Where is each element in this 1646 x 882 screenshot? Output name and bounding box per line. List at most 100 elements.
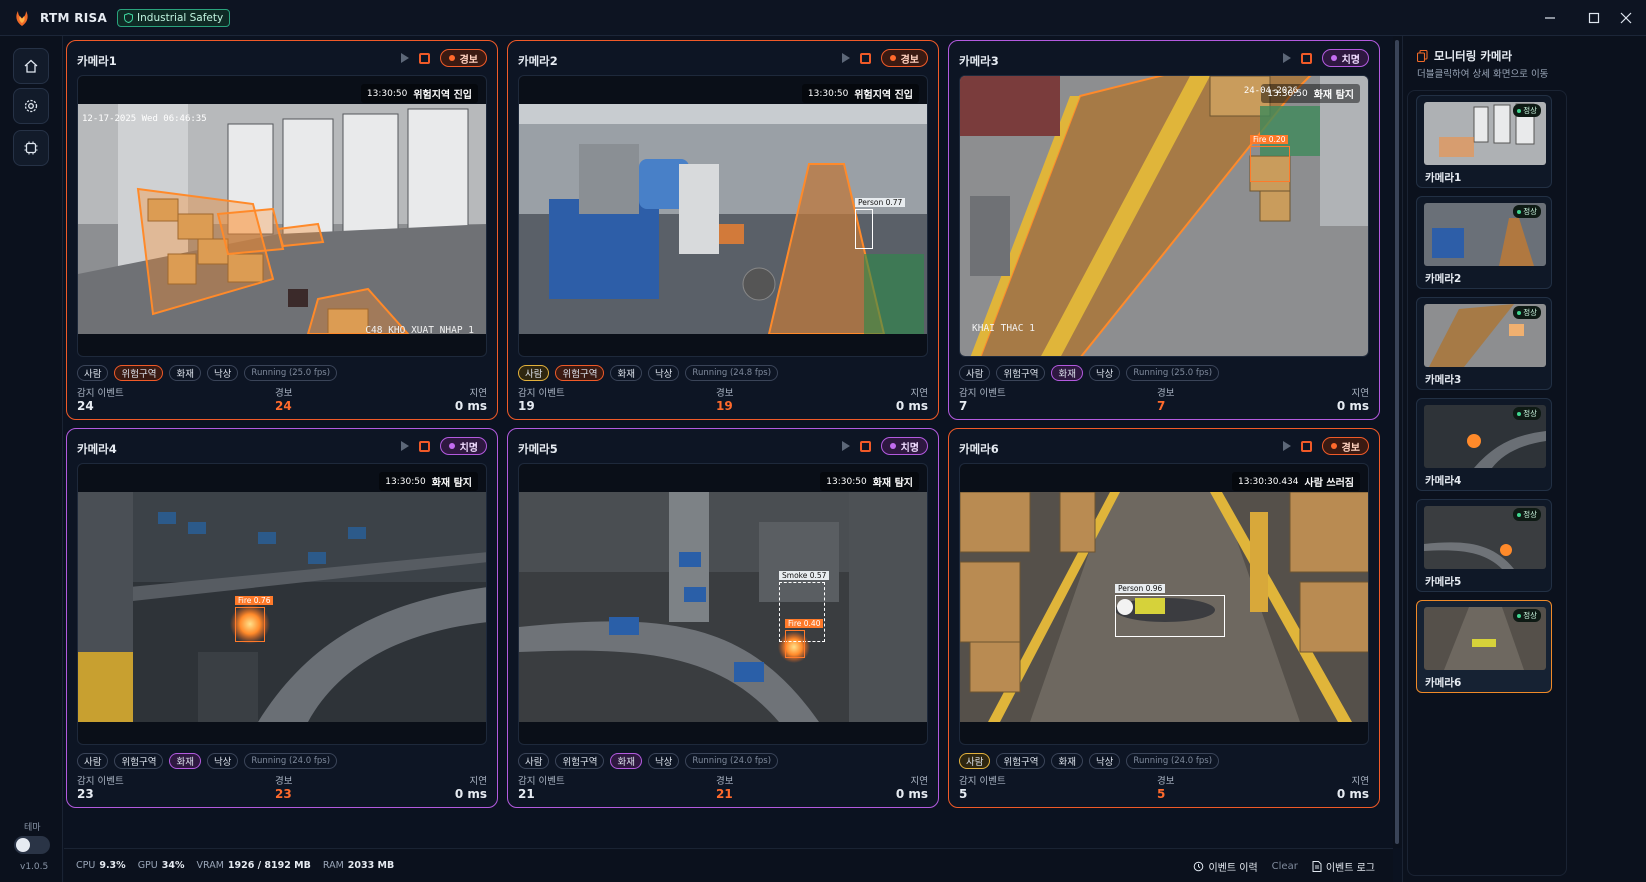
detection-label: Person 0.96 xyxy=(1115,584,1166,593)
filter-tag[interactable]: 사람 xyxy=(959,365,991,381)
play-icon[interactable] xyxy=(400,441,409,451)
camera-video[interactable]: 13:30:30.434 사람 쓰러짐 Person 0.96 xyxy=(959,463,1369,745)
monitor-thumb-5[interactable]: 정상 카메라5 xyxy=(1416,499,1552,592)
camera-card[interactable]: 카메라2 경보 13:30:50 위험지역 진입 Person 0.77 사람 위험… xyxy=(507,40,939,420)
monitor-thumb-6[interactable]: 정상 카메라6 xyxy=(1416,600,1552,693)
camera-grid: 카메라1 경보 13:30:50 위험지역 진입 12-17-2025 Wed 0… xyxy=(64,36,1393,848)
filter-tag[interactable]: 위험구역 xyxy=(114,753,164,769)
filter-tag[interactable]: 사람 xyxy=(959,753,991,769)
mode-badge: Industrial Safety xyxy=(117,8,231,27)
filter-tag[interactable]: 위험구역 xyxy=(555,753,605,769)
alerts-value: 5 xyxy=(1157,787,1166,801)
filter-tag[interactable]: 낙상 xyxy=(1088,365,1121,381)
play-icon[interactable] xyxy=(841,441,850,451)
sidebar-item-home[interactable] xyxy=(13,48,49,84)
event-overlay: 13:30:50 위험지역 진입 xyxy=(801,84,919,103)
stop-icon[interactable] xyxy=(859,440,871,452)
filter-tag[interactable]: 위험구역 xyxy=(114,365,164,381)
camera-video[interactable]: 13:30:50 위험지역 진입 12-17-2025 Wed 06:46:35 C… xyxy=(77,75,487,357)
status-label: 치명 xyxy=(900,442,919,454)
filter-tag[interactable]: 사람 xyxy=(518,365,550,381)
filter-tag[interactable]: 위험구역 xyxy=(996,365,1046,381)
latency-value: 0 ms xyxy=(454,399,487,413)
filter-tag[interactable]: 위험구역 xyxy=(996,753,1046,769)
camera-video[interactable]: 13:30:50 위험지역 진입 Person 0.77 xyxy=(518,75,928,357)
camera-card[interactable]: 카메라3 치명 13:30:50 화재 탐지 24-04-2026 KHAI THA… xyxy=(948,40,1380,420)
event-label: 위험지역 진입 xyxy=(854,90,913,101)
theme-label: 테마 xyxy=(24,823,41,833)
clear-button[interactable]: Clear xyxy=(1272,861,1298,872)
monitor-panel: 모니터링 카메라 더블클릭하여 상세 화면으로 이동 정상 카메라1 정상 카메… xyxy=(1402,36,1646,882)
cpu-stat: CPU 9.3% xyxy=(76,860,126,871)
play-icon[interactable] xyxy=(1282,441,1291,451)
stop-icon[interactable] xyxy=(1300,440,1312,452)
grid-scrollbar[interactable] xyxy=(1393,36,1402,848)
filter-tag[interactable]: 사람 xyxy=(77,365,109,381)
fps-indicator: Running (24.0 fps) xyxy=(1126,753,1220,769)
status-badge: 경보 xyxy=(880,49,928,67)
camera-card[interactable]: 카메라1 경보 13:30:50 위험지역 진입 12-17-2025 Wed 0… xyxy=(66,40,498,420)
thumb-name: 카메라5 xyxy=(1425,576,1462,588)
close-button[interactable] xyxy=(1606,0,1646,36)
monitor-thumb-2[interactable]: 정상 카메라2 xyxy=(1416,196,1552,289)
filter-tag[interactable]: 화재 xyxy=(1051,365,1083,381)
camera-caption: KHAI THAC 1 xyxy=(972,323,1035,334)
monitor-thumb-3[interactable]: 정상 카메라3 xyxy=(1416,297,1552,390)
filter-tag[interactable]: 사람 xyxy=(518,753,550,769)
event-label: 화재 탐지 xyxy=(431,478,472,489)
filter-tags: 사람 위험구역 화재 낙상 Running (25.0 fps) xyxy=(959,365,1220,381)
camera-card[interactable]: 카메라6 경보 13:30:30.434 사람 쓰러짐 Person 0.96 사… xyxy=(948,428,1380,808)
detection-box: Person 0.77 xyxy=(855,198,906,249)
alerts-label: 경보 xyxy=(716,388,734,399)
grid-scrollbar-thumb[interactable] xyxy=(1395,40,1399,844)
camera-timestamp: 24-04-2026 xyxy=(1243,86,1298,96)
monitor-thumb-4[interactable]: 정상 카메라4 xyxy=(1416,398,1552,491)
camera-card[interactable]: 카메라5 치명 13:30:50 화재 탐지 Smoke 0.57 Fire 0.4… xyxy=(507,428,939,808)
play-icon[interactable] xyxy=(841,53,850,63)
filter-tag[interactable]: 사람 xyxy=(77,753,109,769)
event-history-button[interactable]: 이벤트 이력 xyxy=(1193,859,1258,874)
filter-tag[interactable]: 화재 xyxy=(169,753,201,769)
camera-video[interactable]: 13:30:50 화재 탐지 Fire 0.76 xyxy=(77,463,487,745)
gpu-label: GPU xyxy=(137,860,158,871)
stop-icon[interactable] xyxy=(418,52,430,64)
monitor-thumb-1[interactable]: 정상 카메라1 xyxy=(1416,95,1552,188)
events-label: 감지 이벤트 xyxy=(959,388,1006,399)
stop-icon[interactable] xyxy=(859,52,871,64)
theme-toggle[interactable] xyxy=(14,836,50,854)
play-icon[interactable] xyxy=(1282,53,1291,63)
event-log-button[interactable]: 이벤트 로그 xyxy=(1312,859,1375,874)
filter-tag[interactable]: 화재 xyxy=(169,365,201,381)
filter-tag[interactable]: 낙상 xyxy=(206,365,239,381)
detection-label: Person 0.77 xyxy=(855,198,906,207)
sidebar-item-device[interactable] xyxy=(13,130,49,166)
cpu-value: 9.3% xyxy=(99,860,126,871)
camera-video[interactable]: 13:30:50 화재 탐지 Smoke 0.57 Fire 0.40 xyxy=(518,463,928,745)
play-icon[interactable] xyxy=(400,53,409,63)
sidebar-item-settings[interactable] xyxy=(13,88,49,124)
minimize-button[interactable] xyxy=(1530,0,1570,36)
filter-tag[interactable]: 낙상 xyxy=(647,365,680,381)
camera-video[interactable]: 13:30:50 화재 탐지 24-04-2026 KHAI THAC 1 Fire … xyxy=(959,75,1369,357)
filter-tag[interactable]: 화재 xyxy=(610,753,642,769)
filter-tag[interactable]: 낙상 xyxy=(1088,753,1121,769)
stop-icon[interactable] xyxy=(1300,52,1312,64)
events-value: 19 xyxy=(518,399,535,413)
filter-tag[interactable]: 화재 xyxy=(1051,753,1083,769)
latency-label: 지연 xyxy=(1351,776,1369,787)
filter-tag[interactable]: 위험구역 xyxy=(555,365,605,381)
detection-score: 0.76 xyxy=(253,596,271,605)
filter-tag[interactable]: 낙상 xyxy=(647,753,680,769)
status-dot xyxy=(1517,209,1522,214)
camera-timestamp: 12-17-2025 Wed 06:46:35 xyxy=(82,114,207,124)
status-badge: 치명 xyxy=(439,437,487,455)
status-dot xyxy=(889,443,896,449)
stop-icon[interactable] xyxy=(418,440,430,452)
filter-tag[interactable]: 화재 xyxy=(610,365,642,381)
camera-card[interactable]: 카메라4 치명 13:30:50 화재 탐지 Fire 0.76 사람 위험구역 화재… xyxy=(66,428,498,808)
camera-caption: C48 KHO XUAT NHAP 1 xyxy=(365,325,474,336)
fps-indicator: Running (24.8 fps) xyxy=(685,365,779,381)
filter-tag[interactable]: 낙상 xyxy=(206,753,239,769)
thumb-status-badge: 정상 xyxy=(1513,609,1541,622)
event-overlay: 13:30:30.434 사람 쓰러짐 xyxy=(1232,472,1360,491)
